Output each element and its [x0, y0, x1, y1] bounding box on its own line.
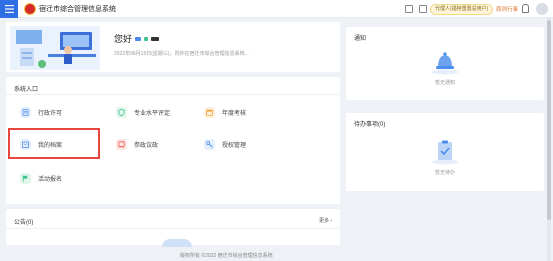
notification-title: 通知 [354, 36, 367, 42]
empty-bell-icon [432, 52, 458, 75]
key-icon [204, 138, 215, 150]
entry-label: 行政许可 [38, 110, 63, 117]
shield-icon [116, 106, 127, 118]
greeting-text: 您好 [114, 34, 133, 44]
entry-label: 专业水平评定 [134, 110, 171, 117]
top-bar: 宿迁市综合管理信息系统 代理人(福特重置总用户) 原则行事 [0, 0, 553, 18]
edit-icon[interactable] [405, 5, 413, 13]
entry-authorization-management[interactable]: 授权管理 [204, 137, 246, 151]
username-mask [135, 36, 142, 41]
todo-empty-text: 暂无待办 [434, 170, 455, 176]
todo-title: 待办事项(0) [354, 122, 386, 128]
empty-illustration-icon [162, 239, 192, 247]
entry-annual-assessment[interactable]: 年度考核 [204, 105, 246, 119]
greeting: 您好 [114, 32, 160, 45]
scrollbar-thumb[interactable] [547, 20, 551, 220]
notification-empty-text: 暂无通知 [434, 80, 455, 86]
system-title: 宿迁市综合管理信息系统 [39, 6, 116, 13]
entry-label: 活动报名 [38, 176, 63, 183]
flag-icon [20, 172, 31, 184]
document-icon [20, 106, 31, 118]
empty-clipboard-icon [432, 140, 458, 165]
welcome-card: 您好 2022年06月15日(星期三)，祝你在宿迁市综合管理信息系统... [6, 22, 340, 72]
announcement-title: 公告(0) [14, 220, 34, 226]
calendar-icon [204, 106, 215, 118]
todo-card: 待办事项(0) 暂无待办 [346, 113, 544, 191]
entry-professional-evaluation[interactable]: 专业水平评定 [116, 105, 170, 119]
hamburger-icon [4, 5, 14, 13]
entry-activity-registration[interactable]: 活动报名 [20, 171, 62, 185]
pending-link[interactable]: 原则行事 [496, 5, 518, 13]
divider [6, 228, 340, 229]
bus-icon [116, 138, 127, 150]
notification-card: 通知 暂无通知 [346, 27, 544, 100]
divider [6, 94, 340, 95]
announcement-more-link[interactable]: 更多 › [319, 217, 332, 224]
entry-label: 年度考核 [222, 110, 247, 117]
office-illustration-icon [10, 26, 100, 70]
user-avatar[interactable] [536, 3, 548, 15]
welcome-subtitle: 2022年06月15日(星期三)，祝你在宿迁市综合管理信息系统... [114, 51, 249, 57]
bell-icon[interactable] [522, 4, 529, 13]
username-mask [144, 36, 149, 41]
entry-label: 参政议政 [134, 142, 159, 149]
entry-administrative-license[interactable]: 行政许可 [20, 105, 62, 119]
system-logo [24, 3, 36, 15]
entry-political-participation[interactable]: 参政议政 [116, 137, 158, 151]
system-entry-title: 系统入口 [14, 87, 39, 93]
settings-icon[interactable] [419, 5, 427, 13]
announcement-card: 公告(0) 更多 › [6, 209, 340, 247]
menu-toggle-button[interactable] [0, 0, 18, 18]
delegate-badge[interactable]: 代理人(福特重置总用户) [430, 4, 494, 15]
footer-copyright: 版权所有 ©2022 宿迁市综合管理信息系统 [180, 253, 273, 259]
username-mask [151, 36, 160, 41]
entry-label: 授权管理 [222, 142, 247, 149]
selection-highlight [8, 128, 100, 159]
